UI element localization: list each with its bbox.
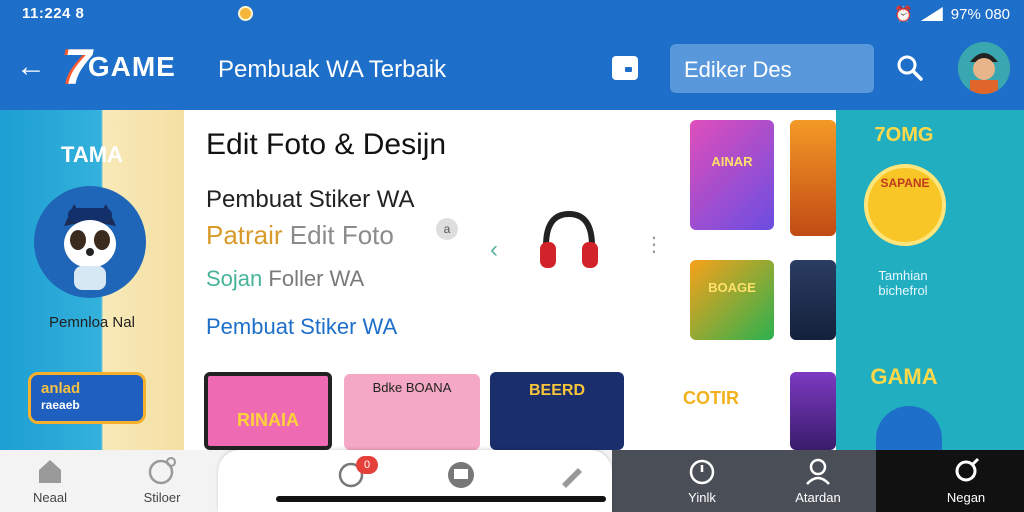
app-tile[interactable] — [790, 260, 836, 340]
tv-icon[interactable] — [446, 460, 476, 490]
right-promo-panel[interactable]: 7OMG SAPANE Tamhian bichefrol GAMA — [836, 110, 1024, 450]
right-caption-line-2: bichefrol — [878, 283, 928, 298]
more-dots-icon[interactable]: ⋮ — [644, 232, 664, 257]
notification-icon — [238, 6, 253, 21]
app-tile[interactable]: AINAR — [690, 120, 774, 230]
feature-edit-foto-label: Edit Foto — [282, 220, 394, 250]
right-panel-heading-top: 7OMG — [874, 124, 934, 146]
avatar[interactable] — [958, 42, 1010, 94]
wifi-icon — [920, 7, 943, 21]
page-title: Edit Foto & Desijn — [206, 128, 447, 161]
ring-badge-label: SAPANE — [880, 176, 930, 190]
feature-foller-label: Foller WA — [262, 266, 365, 291]
headphones-icon — [540, 210, 598, 268]
promo-line-1: anlad — [41, 380, 81, 397]
character-image — [876, 406, 942, 450]
promo-badge[interactable]: anlad raeaeb — [28, 372, 146, 424]
battery-text: 97% 080 — [950, 5, 1010, 23]
nav-item-settings[interactable]: Negan — [920, 456, 1012, 505]
nav-label: Atardan — [795, 490, 841, 505]
app-bar: ← 7 GAME Pembuak WA Terbaik Ediker Des — [0, 28, 1024, 110]
promo-line-2: raeaeb — [41, 398, 80, 412]
info-icon[interactable]: a — [436, 218, 458, 240]
feature-edit-foto-prefix: Patrair — [206, 220, 283, 250]
left-panel-heading: TAMA — [61, 142, 123, 167]
alarm-icon: ⏰ — [894, 6, 913, 23]
left-promo-panel[interactable]: TAMA Pemnloa Nal anlad raeaeb — [0, 110, 184, 450]
app-title: Pembuak WA Terbaik — [218, 56, 447, 83]
app-tile[interactable]: BEERD — [490, 372, 624, 450]
dog-mascot-image — [34, 186, 146, 298]
status-time: 11:224 8 — [22, 5, 85, 22]
home-icon — [39, 460, 61, 483]
ring-badge: SAPANE — [864, 164, 946, 246]
nav-item-home[interactable]: Neaal — [4, 456, 96, 505]
gesture-bar[interactable] — [276, 496, 606, 502]
system-icons: ⏰ 97% 080 — [894, 5, 1010, 24]
calendar-icon[interactable] — [612, 56, 638, 80]
nav-label: Negan — [946, 490, 986, 505]
bottom-navigation: Neaal Stiloer Yinlk Atardan Negan — [0, 450, 1024, 512]
app-logo[interactable]: 7 GAME — [64, 42, 176, 92]
nav-item-timer[interactable]: Yinlk — [656, 456, 748, 505]
app-tile[interactable]: RINAIA — [204, 372, 332, 450]
logo-text: GAME — [87, 51, 176, 82]
search-icon[interactable] — [896, 54, 924, 82]
feature-foller[interactable]: Sojan Foller WA — [206, 266, 364, 292]
nav-label: Stiloer — [143, 490, 181, 505]
app-tile-title: COTIR — [683, 388, 739, 408]
notification-badge: 0 — [356, 456, 378, 474]
nav-label: Yinlk — [688, 490, 716, 505]
app-tile-title: Bdke BOANA — [372, 380, 452, 395]
app-tile[interactable]: COTIR — [636, 380, 786, 450]
right-panel-heading-bottom: GAMA — [870, 364, 938, 389]
back-arrow-icon[interactable]: ← — [16, 52, 46, 82]
chevron-left-icon[interactable]: ‹ — [490, 236, 498, 264]
nav-item-profile[interactable]: Atardan — [772, 456, 864, 505]
main-content: Edit Foto & Desijn Pembuat Stiker WA Pat… — [184, 110, 836, 450]
right-caption-line-1: Tamhian — [878, 268, 928, 283]
app-tile-title: AINAR — [711, 154, 753, 169]
nav-label: Neaal — [33, 490, 67, 505]
nav-item-sticker[interactable]: Stiloer — [116, 456, 208, 505]
feature-foller-prefix: Sojan — [206, 266, 263, 291]
app-tile[interactable] — [790, 120, 836, 236]
app-tile[interactable]: Bdke BOANA — [344, 374, 480, 450]
app-tile-title: RINAIA — [237, 410, 299, 430]
settings-icon — [955, 457, 980, 482]
feature-edit-foto[interactable]: Patrair Edit Foto — [206, 220, 394, 251]
profile-icon — [806, 458, 830, 485]
sticker-icon — [148, 457, 176, 485]
feature-subtitle[interactable]: Pembuat Stiker WA — [206, 186, 415, 214]
edit-icon[interactable] — [556, 460, 586, 490]
app-tile[interactable]: BOAGE — [690, 260, 774, 340]
app-tile[interactable] — [790, 372, 836, 450]
app-tile-title: BOAGE — [708, 280, 756, 295]
right-panel-caption: Tamhian bichefrol — [848, 268, 958, 298]
status-bar: 11:224 8 ⏰ 97% 080 — [0, 0, 1024, 28]
timer-icon — [689, 459, 715, 485]
left-panel-caption: Pemnloa Nal — [49, 314, 135, 331]
search-input[interactable]: Ediker Des — [670, 44, 874, 93]
app-tile-title: BEERD — [528, 382, 585, 399]
feature-stiker-link[interactable]: Pembuat Stiker WA — [206, 314, 397, 340]
